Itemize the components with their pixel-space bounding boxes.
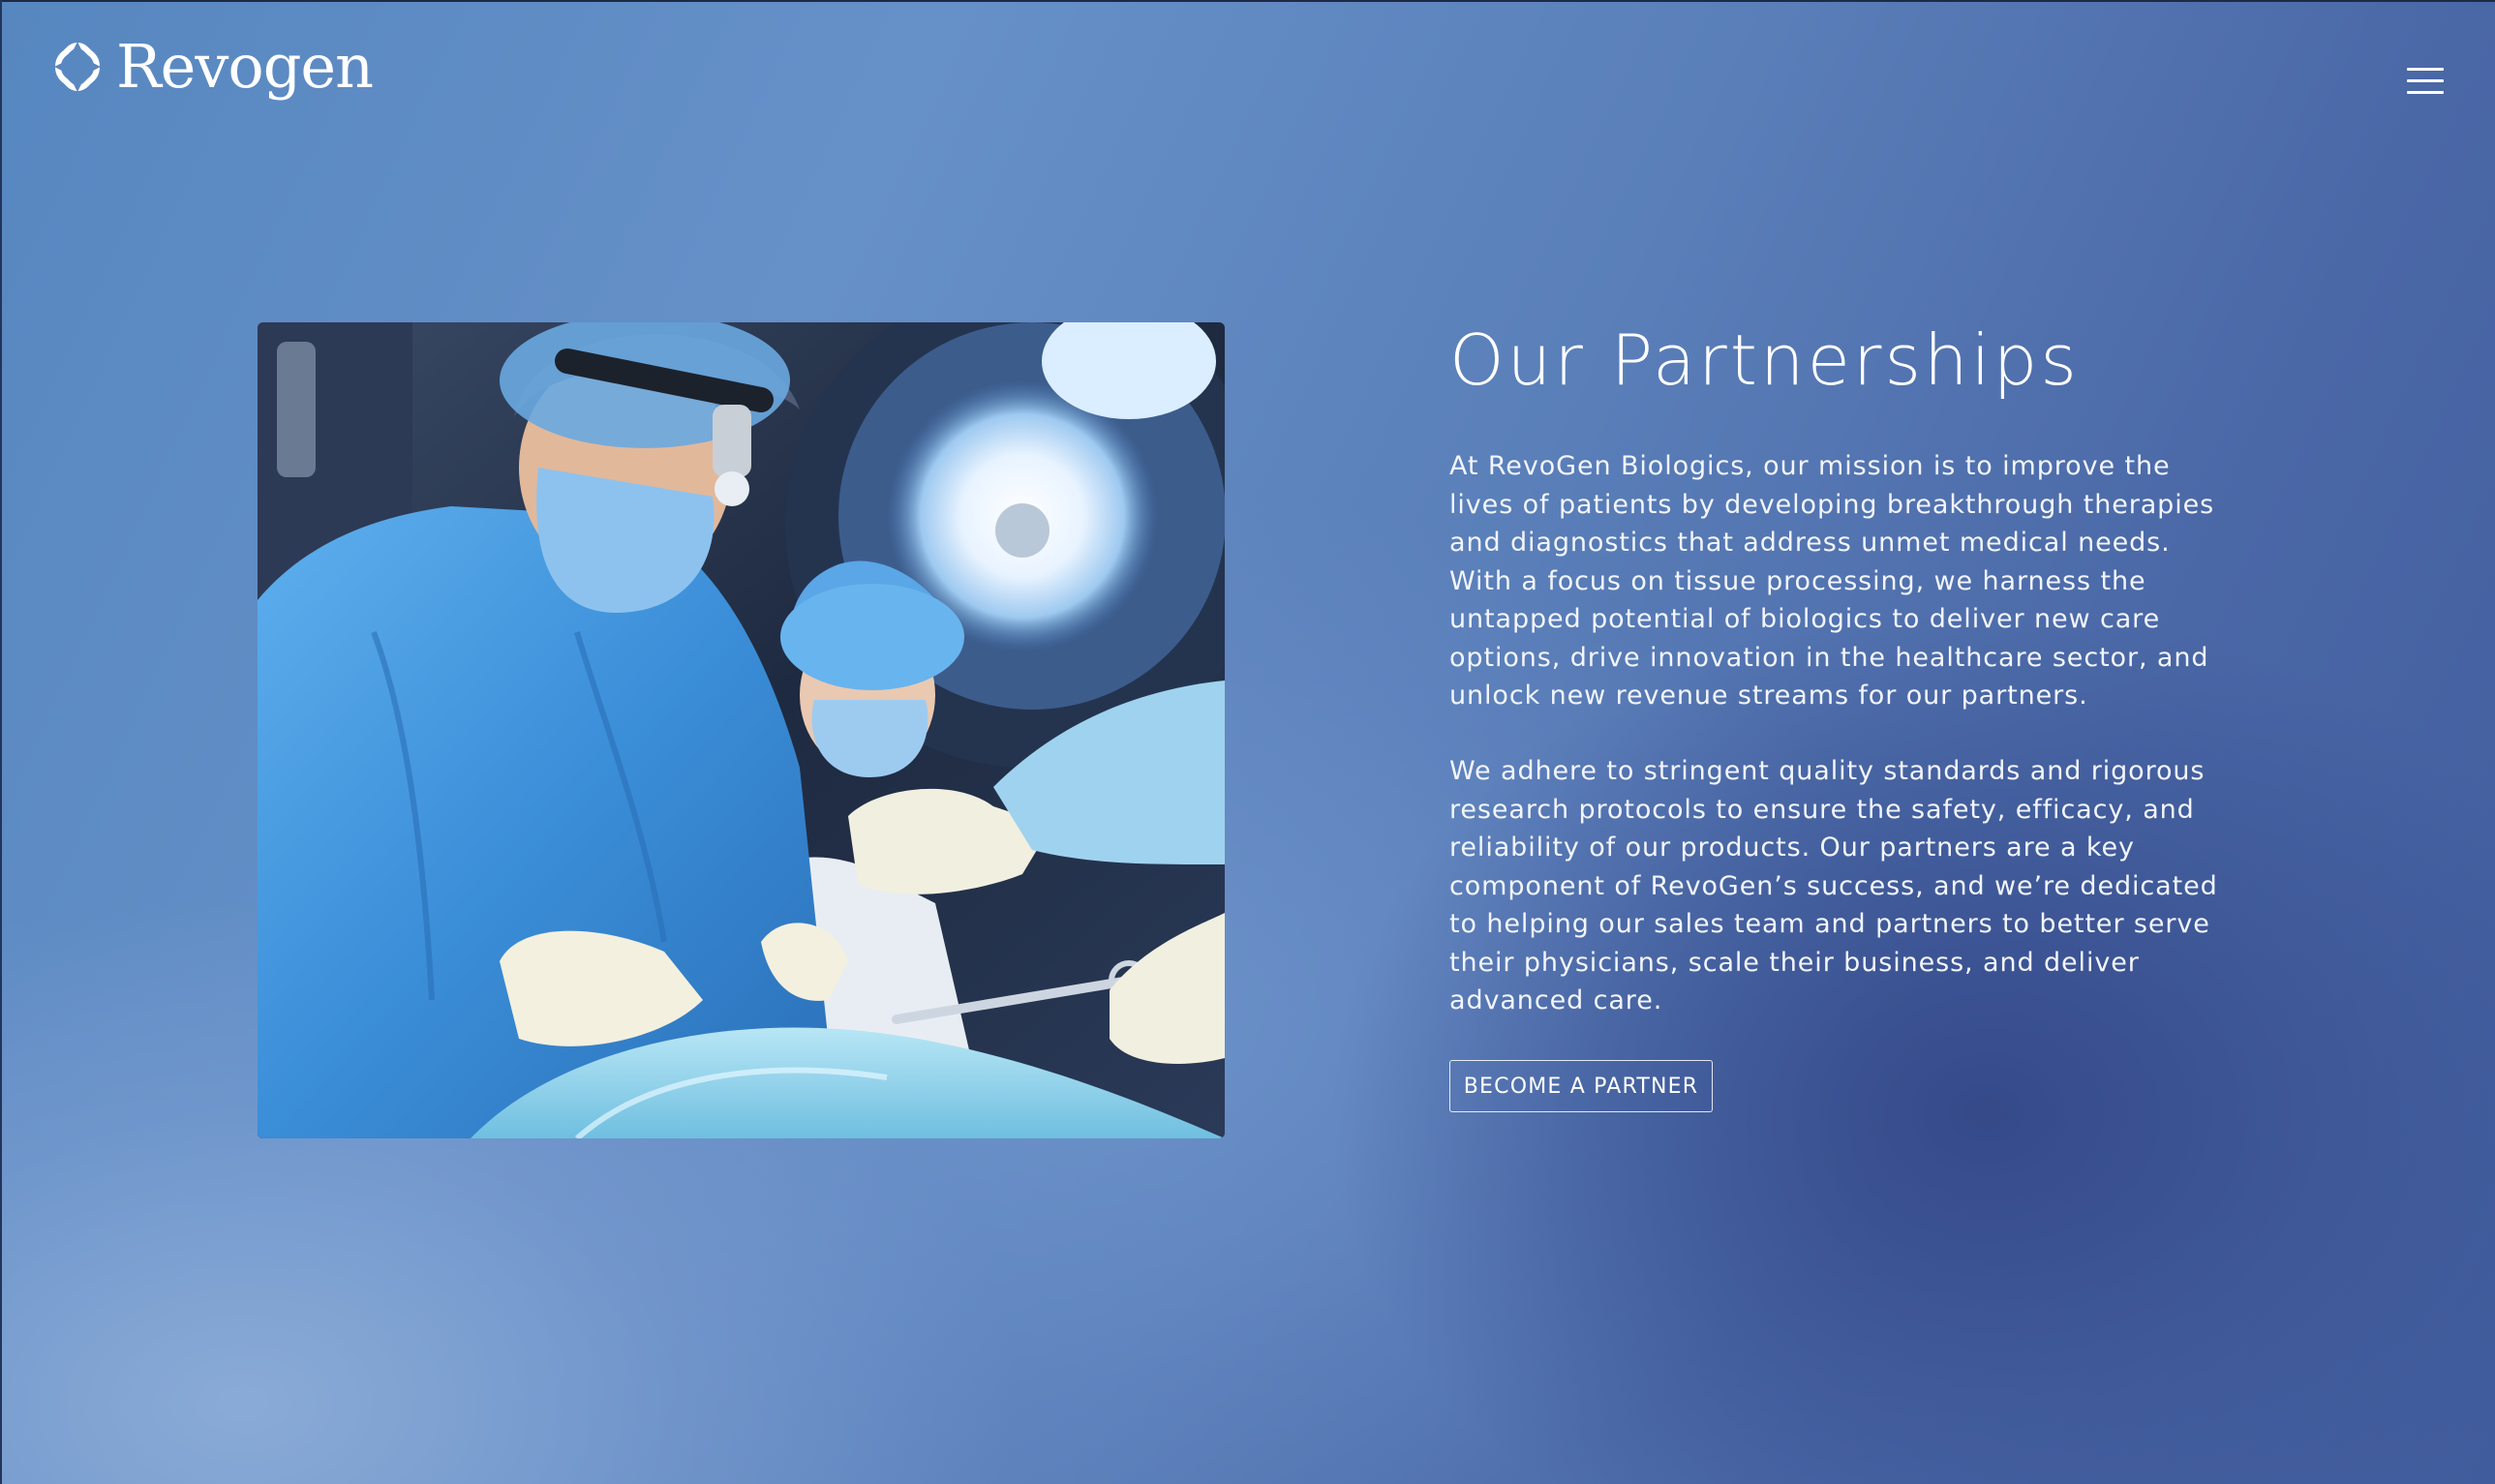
revogen-logo-icon: [54, 42, 101, 92]
become-partner-button[interactable]: BECOME A PARTNER: [1449, 1060, 1713, 1112]
section-title: Our Partnerships: [1449, 319, 2080, 401]
quality-paragraph: We adhere to stringent quality standards…: [1449, 756, 2218, 1015]
left-border: [0, 0, 2, 1484]
top-border: [0, 0, 2495, 2]
logo-link[interactable]: Revogen: [54, 31, 374, 102]
menu-line-icon: [2407, 91, 2444, 94]
menu-line-icon: [2407, 68, 2444, 71]
hamburger-menu-button[interactable]: [2407, 68, 2444, 97]
surgery-illustration: [258, 322, 1225, 1138]
menu-line-icon: [2407, 79, 2444, 82]
logo-wordmark: Revogen: [116, 31, 374, 102]
mission-paragraph: At RevoGen Biologics, our mission is to …: [1449, 451, 2215, 711]
surgery-photo: [258, 322, 1225, 1138]
